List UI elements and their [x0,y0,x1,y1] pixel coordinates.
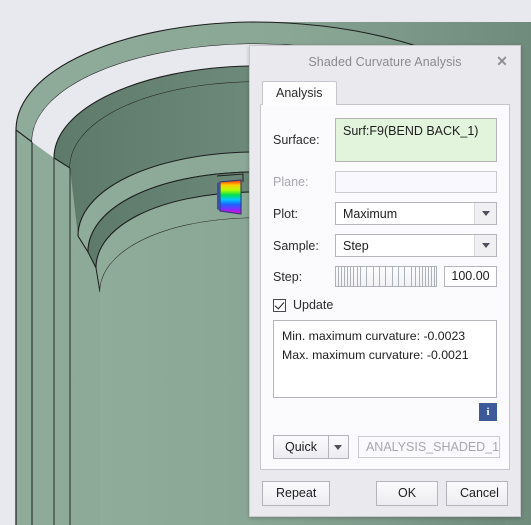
results-line-max: Max. maximum curvature: -0.0021 [282,348,469,363]
sample-dropdown[interactable]: Step [335,234,497,257]
step-value-input[interactable]: 100.00 [444,266,497,287]
curvature-color-patch [217,179,242,215]
update-checkbox-label: Update [293,298,334,312]
plane-label: Plane: [273,175,309,189]
tab-analysis-label: Analysis [276,86,323,100]
plane-row: Plane: [273,171,497,193]
plot-dropdown[interactable]: Maximum [335,202,497,225]
results-text-area: Min. maximum curvature: -0.0023 Max. max… [273,320,497,398]
surface-collector-input[interactable]: Surf:F9(BEND BACK_1) [335,118,497,162]
repeat-button[interactable]: Repeat [262,480,331,506]
tab-strip: Analysis [250,78,520,105]
step-slider[interactable] [335,266,437,287]
quick-split-button[interactable]: Quick [273,435,349,459]
plot-label: Plot: [273,206,299,221]
dialog-title-bar[interactable]: Shaded Curvature Analysis ✕ [250,46,520,78]
cancel-button[interactable]: Cancel [446,480,508,506]
shaded-curvature-analysis-dialog: Shaded Curvature Analysis ✕ Analysis Sur… [249,45,521,517]
update-checkbox[interactable] [273,298,286,312]
quick-button-label[interactable]: Quick [273,435,329,459]
results-line-min: Min. maximum curvature: -0.0023 [282,329,466,343]
dialog-title: Shaded Curvature Analysis [308,55,462,69]
chevron-down-icon[interactable] [474,203,496,224]
sample-row: Sample: Step [273,234,497,257]
surface-label: Surface: [273,133,320,147]
analysis-tab-panel: Surface: Surf:F9(BEND BACK_1) Plane: Plo… [260,104,510,470]
update-checkbox-row[interactable]: Update [273,298,497,312]
plot-row: Plot: Maximum [273,202,497,225]
tab-analysis[interactable]: Analysis [262,81,337,105]
plane-collector-input [335,171,497,193]
close-icon[interactable]: ✕ [490,49,514,73]
info-row: i [273,403,497,421]
surface-row: Surface: Surf:F9(BEND BACK_1) [273,118,497,162]
quick-row: Quick ANALYSIS_SHADED_1 [273,427,501,461]
step-row: Step: 100.00 [273,266,497,287]
chevron-down-icon[interactable] [474,235,496,256]
sample-label: Sample: [273,238,319,253]
analysis-name-input[interactable]: ANALYSIS_SHADED_1 [357,436,501,458]
sample-dropdown-value: Step [343,238,369,253]
step-label: Step: [273,269,303,284]
info-icon[interactable]: i [479,403,497,421]
plot-dropdown-value: Maximum [343,206,398,221]
chevron-down-icon[interactable] [328,435,349,459]
ok-button[interactable]: OK [376,480,438,506]
dialog-footer: Repeat OK Cancel [250,470,520,516]
